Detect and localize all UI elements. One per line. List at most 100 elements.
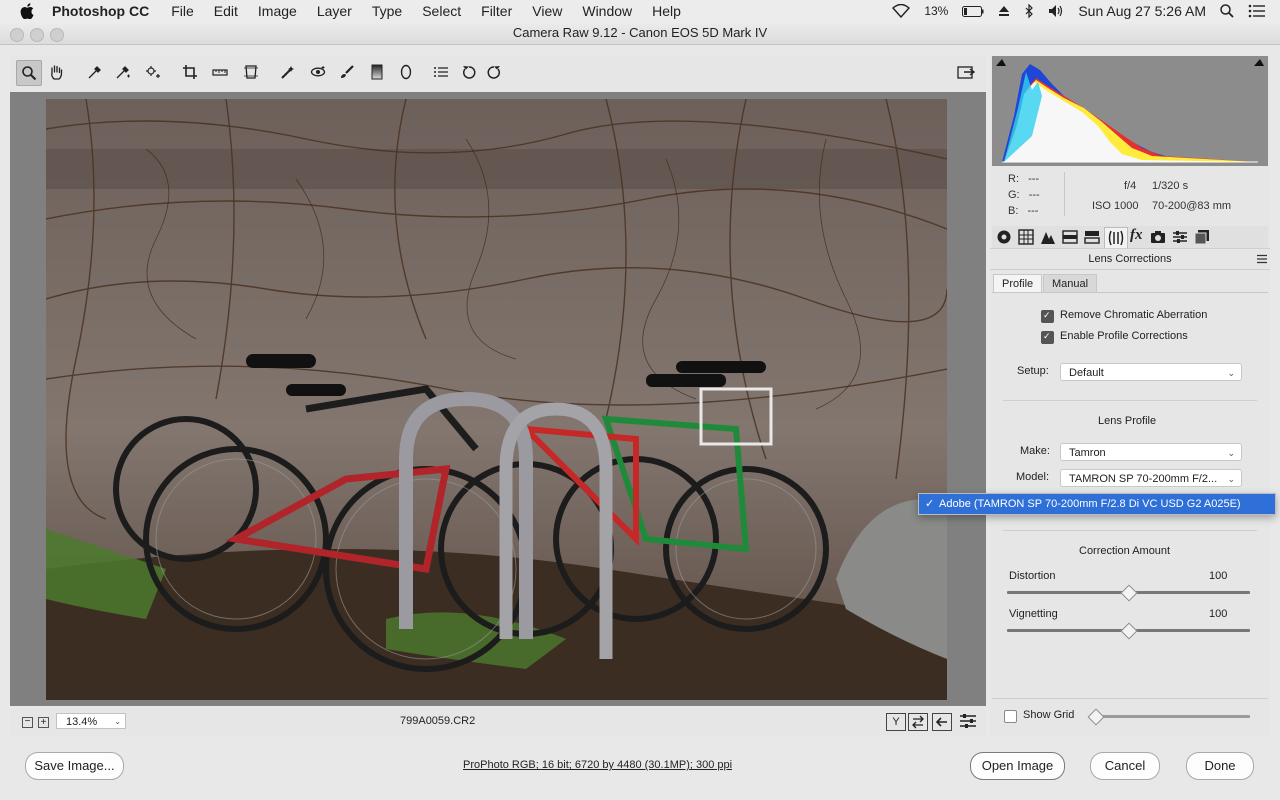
zoom-out-button[interactable]: − <box>22 717 33 728</box>
open-image-button[interactable]: Open Image <box>970 752 1065 780</box>
bluetooth-icon[interactable] <box>1024 4 1034 18</box>
hand-tool-icon[interactable] <box>44 60 68 84</box>
apple-icon[interactable] <box>20 3 34 19</box>
clock[interactable]: Sun Aug 27 5:26 AM <box>1078 3 1206 19</box>
snapshots-tab-icon[interactable] <box>1194 229 1210 245</box>
basic-tab-icon[interactable] <box>996 229 1012 245</box>
white-balance-tool-icon[interactable] <box>83 60 107 84</box>
menu-type[interactable]: Type <box>372 3 402 19</box>
zoom-window-button[interactable] <box>50 28 64 42</box>
zoom-in-button[interactable]: + <box>38 717 49 728</box>
menu-help[interactable]: Help <box>652 3 681 19</box>
distortion-value[interactable]: 100 <box>1209 570 1227 582</box>
transform-tool-icon[interactable] <box>239 60 263 84</box>
preview-preferences-icon[interactable] <box>958 713 978 729</box>
radial-filter-tool-icon[interactable] <box>394 60 418 84</box>
model-select[interactable]: TAMRON SP 70-200mm F/2... ⌄ <box>1060 469 1242 487</box>
graduated-filter-tool-icon[interactable] <box>365 60 389 84</box>
menu-window[interactable]: Window <box>582 3 632 19</box>
shutter-readout: 1/320 s <box>1152 180 1189 192</box>
checkmark-icon: ✓ <box>925 498 935 510</box>
camera-calibration-tab-icon[interactable] <box>1150 229 1166 245</box>
targeted-adjustment-tool-icon[interactable] <box>141 60 165 84</box>
adjustment-brush-tool-icon[interactable] <box>335 60 359 84</box>
model-dropdown-menu: ✓ Adobe (TAMRON SP 70-200mm F/2.8 Di VC … <box>918 493 1276 515</box>
tab-manual[interactable]: Manual <box>1043 274 1098 293</box>
menu-select[interactable]: Select <box>422 3 461 19</box>
highlight-clipping-icon[interactable] <box>1254 59 1264 66</box>
zoom-tool-icon[interactable] <box>16 60 42 86</box>
wifi-icon[interactable] <box>892 4 911 18</box>
save-image-button[interactable]: Save Image... <box>25 752 124 780</box>
color-sampler-tool-icon[interactable] <box>111 60 135 84</box>
menu-file[interactable]: File <box>171 3 194 19</box>
model-option-label: Adobe (TAMRON SP 70-200mm F/2.8 Di VC US… <box>939 498 1241 510</box>
remove-chromatic-aberration-label: Remove Chromatic Aberration <box>1060 309 1208 321</box>
volume-icon[interactable] <box>1048 4 1064 18</box>
effects-tab-icon[interactable]: fx <box>1130 227 1143 244</box>
straighten-tool-icon[interactable] <box>208 60 232 84</box>
workflow-options-link[interactable]: ProPhoto RGB; 16 bit; 6720 by 4480 (30.1… <box>463 759 732 771</box>
eject-icon[interactable] <box>998 5 1010 17</box>
panel-title: Lens Corrections <box>1088 253 1172 265</box>
zoom-level-select[interactable]: 13.4% ⌄ <box>56 713 126 729</box>
rgb-readout: R: --- G: --- B: --- <box>1008 173 1040 217</box>
correction-amount-heading: Correction Amount <box>1079 545 1171 557</box>
setup-value: Default <box>1069 367 1104 379</box>
tone-curve-tab-icon[interactable] <box>1018 229 1034 245</box>
cancel-button[interactable]: Cancel <box>1090 752 1160 780</box>
full-screen-toggle-icon[interactable] <box>954 60 978 84</box>
spot-removal-tool-icon[interactable] <box>276 60 300 84</box>
window-title-bar: Camera Raw 9.12 - Canon EOS 5D Mark IV <box>0 22 1280 45</box>
remove-chromatic-aberration-checkbox[interactable] <box>1041 310 1054 323</box>
chevron-down-icon: ⌄ <box>1227 474 1235 484</box>
notification-center-icon[interactable] <box>1248 4 1266 18</box>
tool-bar <box>10 55 986 91</box>
vignetting-value[interactable]: 100 <box>1209 608 1227 620</box>
detail-tab-icon[interactable] <box>1040 229 1056 245</box>
close-window-button[interactable] <box>10 28 24 42</box>
rotate-ccw-icon[interactable] <box>457 60 481 84</box>
crop-tool-icon[interactable] <box>178 60 202 84</box>
enable-profile-corrections-checkbox[interactable] <box>1041 331 1054 344</box>
model-option-selected[interactable]: ✓ Adobe (TAMRON SP 70-200mm F/2.8 Di VC … <box>919 494 1275 514</box>
setup-label: Setup: <box>1017 365 1049 377</box>
show-grid-checkbox[interactable] <box>1004 710 1017 723</box>
minimize-window-button[interactable] <box>30 28 44 42</box>
app-name[interactable]: Photoshop CC <box>52 3 149 19</box>
presets-tab-icon[interactable] <box>1172 229 1188 245</box>
bicycles-photo <box>46 99 947 700</box>
grid-size-slider[interactable] <box>1090 715 1250 718</box>
done-button[interactable]: Done <box>1186 752 1254 780</box>
menu-view[interactable]: View <box>532 3 562 19</box>
tab-profile[interactable]: Profile <box>993 274 1043 293</box>
photo-preview[interactable] <box>46 99 947 700</box>
preview-status-bar: − + 13.4% ⌄ 799A0059.CR2 Y <box>10 708 986 736</box>
make-label: Make: <box>1020 445 1050 457</box>
hsl-tab-icon[interactable] <box>1062 229 1078 245</box>
chevron-down-icon: ⌄ <box>1227 448 1235 458</box>
swap-before-after-icon[interactable] <box>908 713 928 731</box>
make-select[interactable]: Tamron ⌄ <box>1060 443 1242 461</box>
menu-edit[interactable]: Edit <box>214 3 238 19</box>
setup-select[interactable]: Default ⌄ <box>1060 363 1242 381</box>
preferences-list-icon[interactable] <box>429 60 453 84</box>
lens-profile-heading: Lens Profile <box>1098 415 1157 427</box>
menu-image[interactable]: Image <box>258 3 297 19</box>
window-title: Camera Raw 9.12 - Canon EOS 5D Mark IV <box>512 25 768 40</box>
file-name: 799A0059.CR2 <box>400 715 476 727</box>
lens-corrections-tab[interactable] <box>1104 227 1128 248</box>
shadow-clipping-icon[interactable] <box>996 59 1006 66</box>
split-toning-tab-icon[interactable] <box>1084 229 1100 245</box>
rotate-cw-icon[interactable] <box>482 60 506 84</box>
before-after-view-button[interactable]: Y <box>886 713 906 731</box>
panel-header: Lens Corrections <box>990 248 1270 270</box>
panel-menu-icon[interactable] <box>1256 254 1268 264</box>
menu-layer[interactable]: Layer <box>317 3 352 19</box>
copy-to-before-icon[interactable] <box>932 713 952 731</box>
red-eye-tool-icon[interactable] <box>306 60 330 84</box>
spotlight-search-icon[interactable] <box>1220 4 1234 18</box>
menu-filter[interactable]: Filter <box>481 3 512 19</box>
battery-icon[interactable] <box>962 5 984 17</box>
iso-readout: ISO 1000 <box>1092 200 1139 212</box>
